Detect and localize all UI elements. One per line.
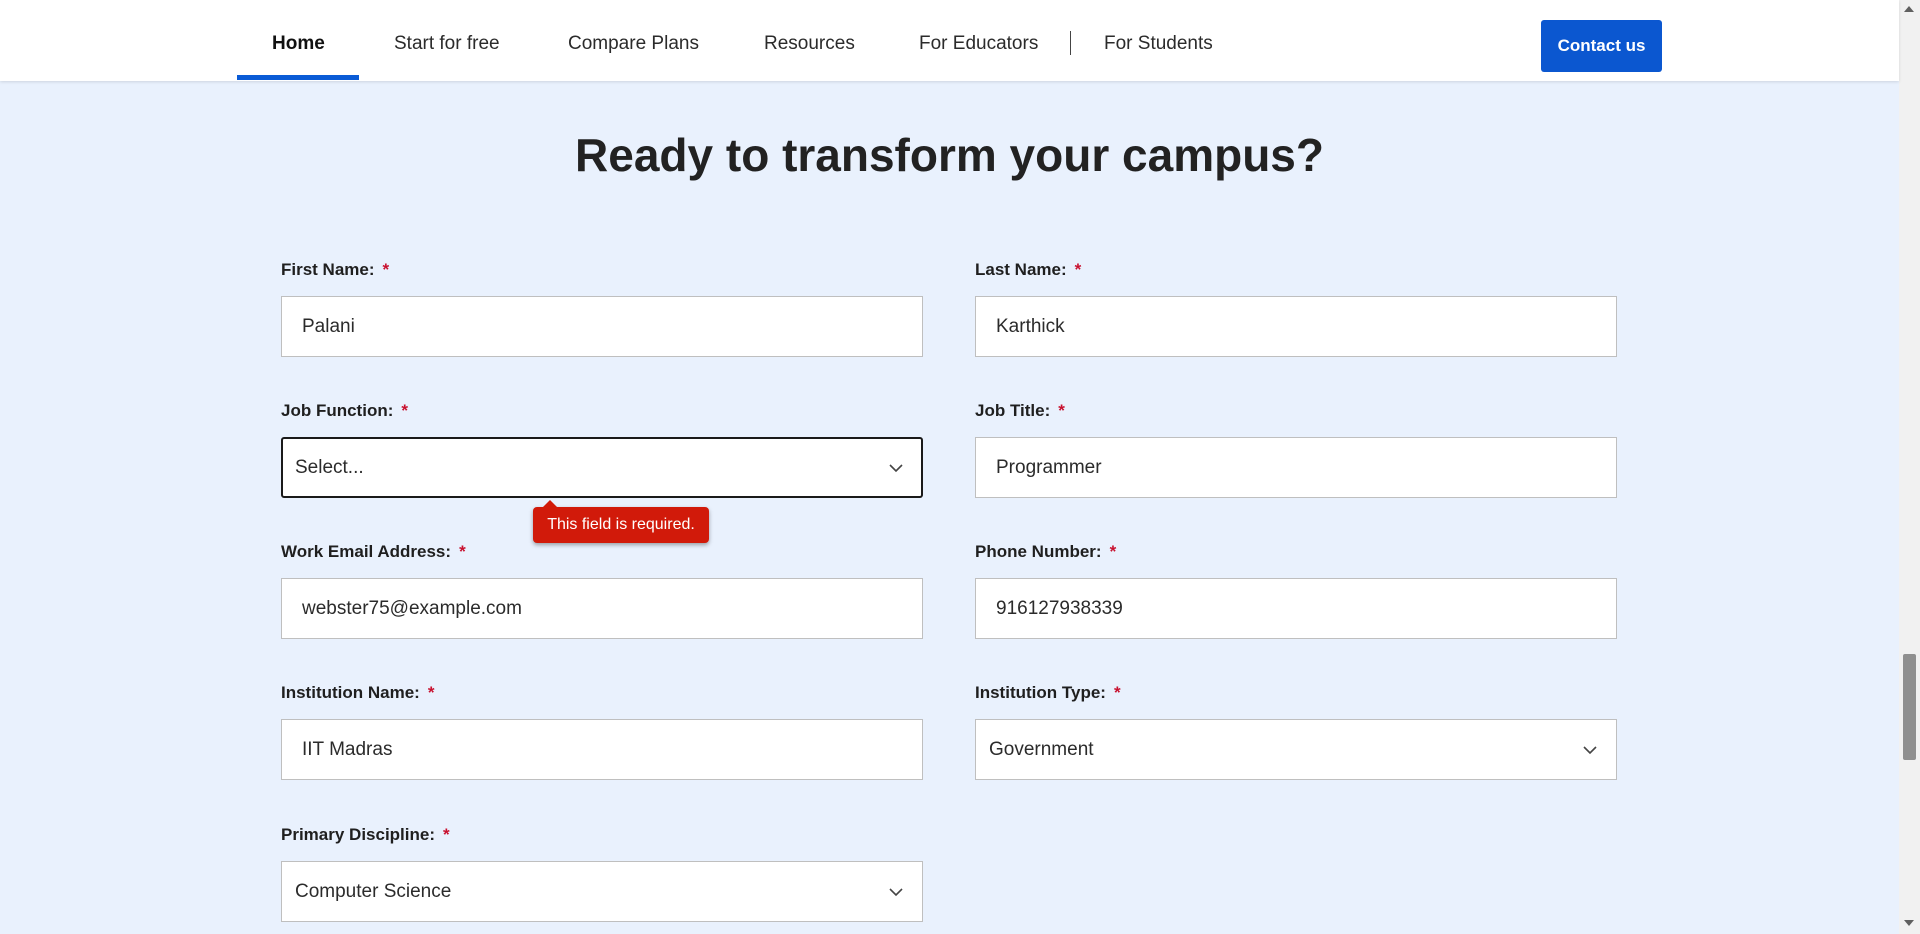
chevron-down-icon [1583,746,1597,755]
primary-discipline-value: Computer Science [295,881,452,902]
required-marker: * [1074,260,1082,279]
institution-name-label-text: Institution Name: [281,683,420,702]
scrollbar-thumb[interactable] [1903,654,1916,760]
top-navigation: Home Start for free Compare Plans Resour… [0,0,1899,81]
institution-type-label-text: Institution Type: [975,683,1106,702]
job-function-label: Job Function: * [281,401,408,421]
primary-discipline-label: Primary Discipline: * [281,825,450,845]
phone-number-label-text: Phone Number: [975,542,1102,561]
required-marker: * [443,825,450,844]
work-email-label: Work Email Address: * [281,542,466,562]
chevron-down-icon [889,464,903,473]
nav-item-resources[interactable]: Resources [764,0,855,81]
primary-discipline-select[interactable]: Computer Science [281,861,923,922]
page-scrollbar[interactable] [1899,0,1920,934]
last-name-label-text: Last Name: [975,260,1067,279]
institution-type-select[interactable]: Government [975,719,1617,780]
primary-discipline-label-text: Primary Discipline: [281,825,436,844]
job-function-select[interactable]: Select... [281,437,923,498]
validation-error-tooltip: This field is required. [533,500,709,543]
nav-item-compare-plans[interactable]: Compare Plans [568,0,699,81]
required-marker: * [427,683,435,702]
required-marker: * [1109,542,1117,561]
job-function-value: Select... [295,457,364,478]
chevron-down-icon [889,888,903,897]
required-marker: * [1113,683,1121,702]
work-email-input[interactable]: webster75@example.com [281,578,923,639]
scroll-up-arrow-icon[interactable] [1904,6,1914,12]
job-title-label: Job Title: * [975,401,1065,421]
last-name-label: Last Name: * [975,260,1081,280]
first-name-label-text: First Name: [281,260,375,279]
active-tab-indicator [237,75,359,80]
nav-item-start-for-free[interactable]: Start for free [394,0,500,81]
first-name-label: First Name: * [281,260,389,280]
required-marker: * [1058,401,1065,420]
institution-name-input[interactable]: IIT Madras [281,719,923,780]
nav-item-for-educators[interactable]: For Educators [919,0,1038,81]
phone-number-input[interactable]: 916127938339 [975,578,1617,639]
job-function-label-text: Job Function: [281,401,394,420]
work-email-label-text: Work Email Address: [281,542,452,561]
required-marker: * [401,401,408,420]
tooltip-arrow [543,500,557,507]
institution-name-label: Institution Name: * [281,683,434,703]
institution-type-label: Institution Type: * [975,683,1121,703]
first-name-input[interactable]: Palani [281,296,923,357]
last-name-input[interactable]: Karthick [975,296,1617,357]
job-title-label-text: Job Title: [975,401,1051,420]
contact-us-button[interactable]: Contact us [1541,20,1662,72]
institution-type-value: Government [989,739,1094,760]
scroll-down-arrow-icon[interactable] [1904,920,1914,926]
page-title: Ready to transform your campus? [575,129,1324,181]
required-marker: * [382,260,390,279]
validation-error-text: This field is required. [547,516,695,533]
nav-item-for-students[interactable]: For Students [1104,0,1213,81]
phone-number-label: Phone Number: * [975,542,1116,562]
job-title-input[interactable]: Programmer [975,437,1617,498]
nav-item-home[interactable]: Home [272,0,325,81]
nav-separator [1070,31,1071,55]
required-marker: * [459,542,466,561]
